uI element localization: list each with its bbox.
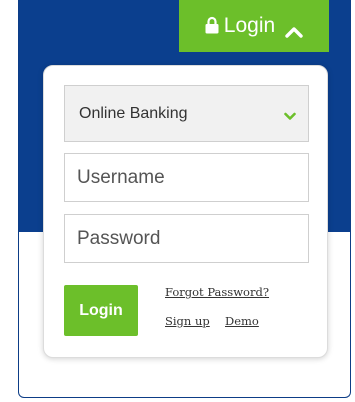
chevron-down-icon	[284, 108, 296, 120]
username-placeholder: Username	[77, 166, 165, 188]
password-placeholder: Password	[77, 227, 161, 249]
account-type-select[interactable]: Online Banking	[64, 85, 309, 142]
chevron-up-icon	[285, 20, 303, 38]
forgot-password-link[interactable]: Forgot Password?	[165, 285, 269, 299]
lock-icon	[205, 16, 219, 34]
sign-up-link[interactable]: Sign up	[165, 314, 210, 328]
login-submit-button[interactable]: Login	[64, 285, 138, 336]
password-input[interactable]: Password	[64, 214, 309, 263]
account-type-value: Online Banking	[79, 104, 188, 122]
login-toggle-button[interactable]: Login	[179, 0, 329, 52]
demo-link[interactable]: Demo	[225, 314, 259, 328]
login-card: Online Banking Username Password Login F…	[43, 65, 328, 358]
login-panel-frame: Login Online Banking Username Password L…	[18, 0, 351, 398]
login-toggle-label: Login	[223, 14, 276, 37]
username-input[interactable]: Username	[64, 153, 309, 202]
